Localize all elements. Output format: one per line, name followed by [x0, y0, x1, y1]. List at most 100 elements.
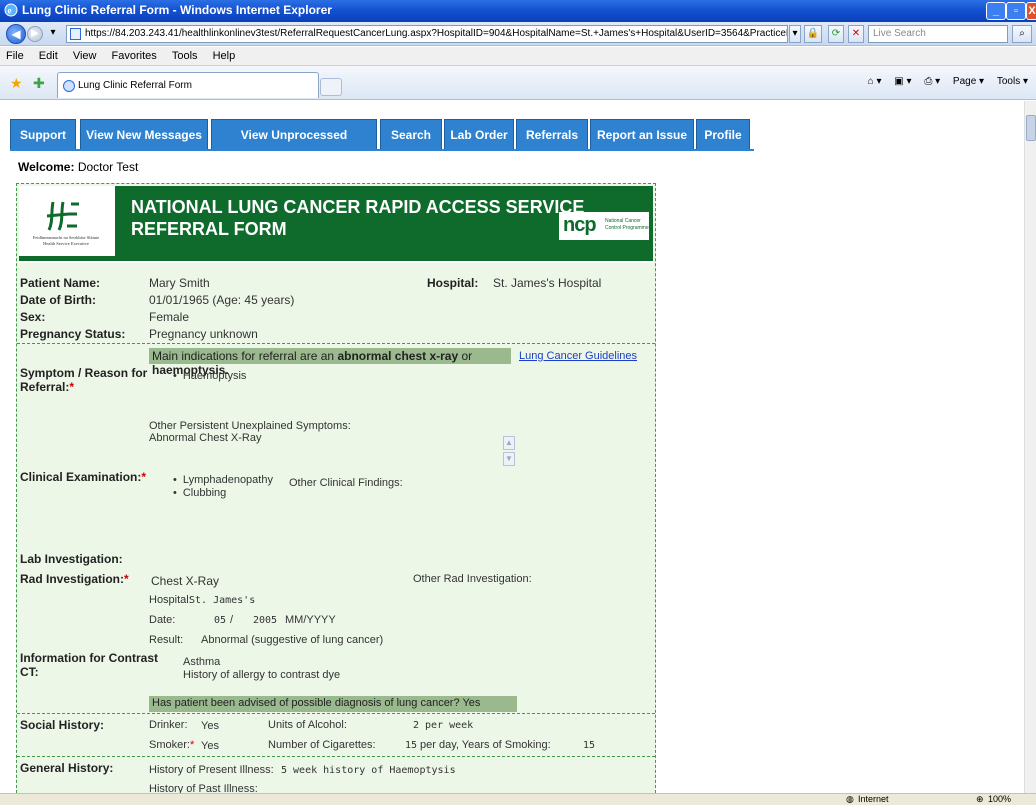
feeds-icon[interactable]: ▣ ▾: [894, 76, 911, 87]
dob-label: Date of Birth:: [20, 293, 96, 307]
contrast-ct-label-line-2: CT:: [20, 665, 39, 679]
sex-label: Sex:: [20, 310, 46, 324]
tab-bar: ★ ✚ Lung Clinic Referral Form ⌂ ▾ ▣ ▾ ⎙ …: [0, 66, 1036, 100]
browser-tab[interactable]: Lung Clinic Referral Form: [57, 72, 319, 98]
welcome-name: Doctor Test: [77, 160, 139, 174]
stop-icon[interactable]: ✕: [848, 25, 864, 43]
favorites-star-icon[interactable]: ★: [10, 75, 23, 92]
rad-type: Chest X-Ray: [151, 574, 220, 588]
rad-date-label: Date:: [149, 614, 176, 626]
form-title: NATIONAL LUNG CANCER RAPID ACCESS SERVIC…: [131, 196, 584, 240]
menu-tools[interactable]: Tools: [166, 47, 204, 62]
svg-text:e: e: [8, 6, 12, 16]
url-text: https://84.203.243.41/healthlinkonlinev3…: [85, 28, 788, 39]
ncp-logo: ncp National Cancer Control Programme: [559, 212, 649, 240]
scrollbar-thumb[interactable]: [1026, 115, 1036, 141]
symptom-label-line-1: Symptom / Reason for: [20, 366, 148, 380]
drinker-label: Drinker:: [149, 719, 188, 731]
nav-view-unprocessed-messages[interactable]: View Unprocessed Messages: [211, 119, 377, 173]
welcome-label: Welcome:: [18, 160, 75, 174]
dob-value: 01/01/1965 (Age: 45 years): [149, 293, 295, 307]
rad-date-format: MM/YYYY: [285, 614, 336, 626]
scroll-down-icon[interactable]: ▼: [503, 452, 515, 466]
menu-file[interactable]: File: [0, 47, 30, 62]
recent-pages-dropdown[interactable]: ▾: [46, 25, 60, 43]
scroll-up-icon[interactable]: ▲: [503, 436, 515, 450]
tools-menu[interactable]: Tools ▾: [997, 76, 1028, 87]
menu-favorites[interactable]: Favorites: [106, 47, 163, 62]
window-title-bar: e Lung Clinic Referral Form - Windows In…: [0, 0, 1036, 22]
url-dropdown[interactable]: ▾: [789, 25, 801, 43]
rad-result-label: Result:: [149, 634, 184, 646]
pregnancy-label: Pregnancy Status:: [20, 327, 126, 341]
menu-help[interactable]: Help: [207, 47, 242, 62]
contrast-item: Asthma: [183, 656, 221, 668]
new-tab-button[interactable]: [320, 78, 342, 96]
ie-logo-icon: e: [4, 3, 18, 17]
general-history-label: General History:: [20, 761, 114, 775]
zoom-icon: ⊕: [976, 794, 984, 804]
nav-search[interactable]: Search: [380, 119, 442, 150]
lab-investigation-label: Lab Investigation:: [20, 552, 123, 566]
smoker-value: Yes: [201, 740, 219, 752]
window-title: Lung Clinic Referral Form - Windows Inte…: [22, 3, 332, 17]
lock-icon[interactable]: 🔒: [804, 25, 822, 43]
symptom-label: Symptom / Reason for Referral:*: [20, 366, 150, 394]
rad-hospital-value: St. James's: [189, 595, 256, 606]
required-marker: *: [69, 380, 75, 394]
close-button[interactable]: X: [1026, 2, 1036, 20]
nav-view-new-messages[interactable]: View New Messages: [80, 119, 208, 150]
address-bar: ◀ ▶ ▾ https://84.203.243.41/healthlinkon…: [0, 22, 1036, 46]
nav-profile[interactable]: Profile: [696, 119, 750, 150]
nav-report-an-issue[interactable]: Report an Issue: [590, 119, 694, 150]
present-illness-label: History of Present Illness:: [149, 764, 274, 776]
rad-result-value: Abnormal (suggestive of lung cancer): [201, 634, 384, 646]
nav-support[interactable]: Support: [10, 119, 76, 150]
form-banner: Feidhmeannacht na Seirbhíse Sláinte Heal…: [19, 186, 653, 263]
zoom-level[interactable]: 100%: [988, 794, 1011, 804]
command-bar: ⌂ ▾ ▣ ▾ ⎙ ▾ Page ▾ Tools ▾: [858, 76, 1028, 87]
page-menu[interactable]: Page ▾: [953, 76, 984, 87]
required-marker: *: [141, 470, 147, 484]
indication-note: Main indications for referral are an abn…: [149, 348, 511, 377]
social-history-label: Social History:: [20, 718, 105, 732]
menu-view[interactable]: View: [67, 47, 103, 62]
nav-lab-order[interactable]: Lab Order: [444, 119, 514, 150]
ncp-text-1: National Cancer: [605, 218, 641, 224]
contrast-ct-label: Information for Contrast CT:: [20, 651, 158, 679]
home-icon[interactable]: ⌂ ▾: [868, 76, 882, 87]
rad-date-separator: /: [230, 614, 234, 626]
forward-button[interactable]: ▶: [27, 26, 43, 42]
menu-edit[interactable]: Edit: [33, 47, 64, 62]
symptom-label-line-2: Referral:: [20, 380, 70, 394]
rad-date-year: 2005: [253, 615, 278, 626]
diagnosis-advised-note: Has patient been advised of possible dia…: [149, 696, 517, 712]
menu-bar: File Edit View Favorites Tools Help: [0, 47, 1036, 66]
maximize-button[interactable]: ▫: [1006, 2, 1026, 20]
rad-hospital-label: Hospital:: [149, 594, 192, 606]
lung-cancer-guidelines-link[interactable]: Lung Cancer Guidelines: [519, 350, 637, 362]
add-favorites-icon[interactable]: ✚: [33, 75, 45, 92]
search-icon[interactable]: ⌕: [1012, 25, 1032, 43]
other-rad-label: Other Rad Investigation:: [413, 573, 532, 585]
clinical-item: Clubbing: [173, 487, 226, 499]
rad-date-month: 05: [214, 615, 227, 626]
page-content: Support View New Messages View Unprocess…: [0, 101, 1024, 793]
status-bar: ◍ Internet ⊕ 100%: [0, 793, 1036, 805]
alcohol-units-label: Units of Alcohol:: [268, 719, 347, 731]
url-input[interactable]: https://84.203.243.41/healthlinkonlinev3…: [66, 25, 788, 43]
section-divider: [17, 343, 655, 344]
smoker-label: Smoker:*: [149, 739, 194, 751]
refresh-icon[interactable]: ⟳: [828, 25, 844, 43]
nav-referrals[interactable]: Referrals: [516, 119, 588, 150]
cigarettes-label: Number of Cigarettes:: [268, 739, 376, 751]
hse-logo: Feidhmeannacht na Seirbhíse Sláinte Heal…: [33, 201, 99, 246]
live-search-input[interactable]: Live Search: [868, 25, 1008, 43]
other-symptoms-value: Abnormal Chest X-Ray: [149, 432, 262, 444]
patient-name: Mary Smith: [149, 276, 210, 290]
minimize-button[interactable]: _: [986, 2, 1006, 20]
back-button[interactable]: ◀: [6, 24, 26, 44]
page-icon: [70, 28, 81, 40]
print-icon[interactable]: ⎙ ▾: [924, 76, 940, 87]
vertical-scrollbar[interactable]: [1024, 101, 1036, 793]
